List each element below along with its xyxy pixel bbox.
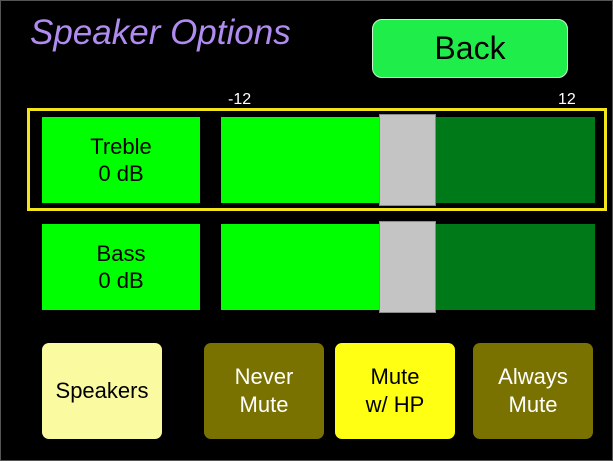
mute-hp-label-line2: w/ HP [365,392,425,417]
mute-hp-label-line1: Mute [370,364,420,389]
always-mute-label-line2: Mute [508,392,558,417]
never-mute-label-line1: Never [234,364,294,389]
scale-max-label: 12 [558,91,576,108]
always-mute-label-line1: Always [498,364,568,389]
speakers-mode-button[interactable]: Speakers [42,343,162,439]
treble-slider[interactable] [221,114,595,206]
treble-label-button[interactable]: Treble 0 dB [42,117,200,203]
speakers-mode-label: Speakers [55,378,149,403]
page-title: Speaker Options [30,13,291,52]
bass-value: 0 dB [98,268,144,293]
bass-slider-thumb[interactable] [379,221,436,313]
bass-slider[interactable] [221,221,595,313]
bass-name: Bass [96,241,146,266]
back-button[interactable]: Back [372,19,568,78]
mute-with-headphones-button[interactable]: Mute w/ HP [335,343,455,439]
treble-name: Treble [90,134,152,159]
always-mute-button[interactable]: Always Mute [473,343,593,439]
speaker-options-screen: Speaker Options Back -12 12 Treble 0 dB … [0,0,613,461]
bass-label-button[interactable]: Bass 0 dB [42,224,200,310]
treble-slider-thumb[interactable] [379,114,436,206]
treble-value: 0 dB [98,161,144,186]
never-mute-label-line2: Mute [239,392,289,417]
scale-min-label: -12 [228,91,252,108]
never-mute-button[interactable]: Never Mute [204,343,324,439]
